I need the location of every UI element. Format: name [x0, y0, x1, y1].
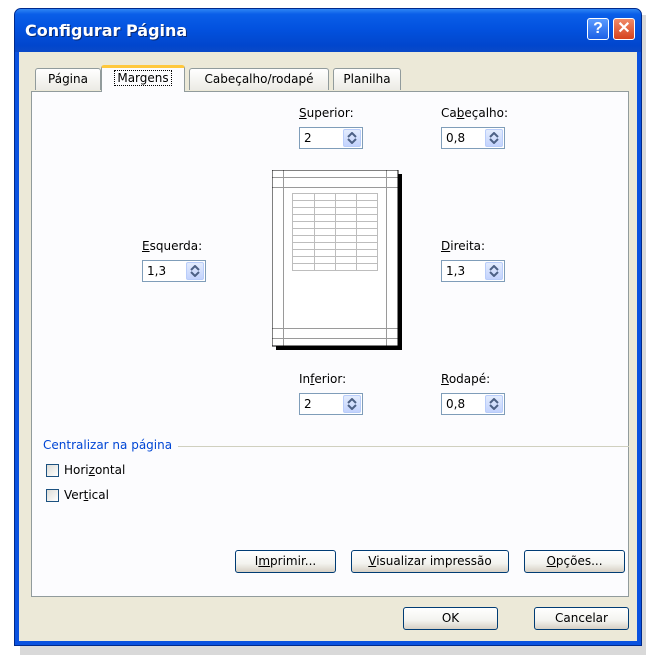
- print-preview-button[interactable]: Visualizar impressão: [351, 550, 509, 573]
- page-setup-dialog: Configurar Página ? ✕ Página Margens Cab…: [14, 8, 642, 646]
- tab-label: Cabeçalho/rodapé: [204, 72, 314, 86]
- tab-margens[interactable]: Margens: [101, 65, 185, 92]
- spin-arrows-icon[interactable]: [343, 395, 361, 413]
- vertical-label: Vertical: [64, 488, 109, 502]
- footer-margin-value: 0,8: [446, 397, 466, 411]
- spin-arrows-icon[interactable]: [485, 129, 503, 147]
- spin-arrows-icon[interactable]: [186, 262, 204, 280]
- dialog-body: Página Margens Cabeçalho/rodapé Planilha…: [19, 52, 637, 641]
- center-on-page-title: Centralizar na página: [43, 438, 179, 452]
- tab-label: Margens: [114, 70, 172, 86]
- footer-margin-spinner[interactable]: 0,8: [441, 393, 505, 415]
- margins-panel: Superior: 2 Cabeçalho: 0,8 Esquerda: 1,3…: [31, 91, 629, 597]
- help-button[interactable]: ?: [587, 18, 609, 40]
- header-margin-label: Cabeçalho:: [441, 106, 509, 120]
- tab-planilha[interactable]: Planilha: [333, 68, 401, 90]
- top-margin-spinner[interactable]: 2: [299, 127, 363, 149]
- ok-button[interactable]: OK: [403, 607, 498, 630]
- spin-arrows-icon[interactable]: [485, 262, 503, 280]
- header-margin-spinner[interactable]: 0,8: [441, 127, 505, 149]
- checkbox-box[interactable]: [46, 464, 59, 477]
- left-margin-label: Esquerda:: [142, 239, 203, 253]
- print-button[interactable]: Imprimir...: [235, 550, 336, 573]
- left-margin-value: 1,3: [147, 264, 167, 278]
- tab-label: Página: [48, 72, 88, 86]
- page-preview-icon: [272, 170, 402, 350]
- help-icon: ?: [593, 20, 603, 37]
- right-margin-value: 1,3: [446, 264, 466, 278]
- dialog-title: Configurar Página: [25, 21, 188, 40]
- top-margin-value: 2: [304, 131, 312, 145]
- options-button[interactable]: Opções...: [524, 550, 625, 573]
- top-margin-label: Superior:: [299, 106, 354, 120]
- bottom-margin-spinner[interactable]: 2: [299, 393, 363, 415]
- title-bar[interactable]: Configurar Página ? ✕: [15, 9, 641, 52]
- cancel-button[interactable]: Cancelar: [534, 607, 629, 630]
- left-margin-spinner[interactable]: 1,3: [142, 260, 206, 282]
- spin-arrows-icon[interactable]: [485, 395, 503, 413]
- close-button[interactable]: ✕: [613, 18, 635, 40]
- checkbox-box[interactable]: [46, 489, 59, 502]
- tab-label: Planilha: [343, 72, 391, 86]
- horizontal-label: Horizontal: [64, 463, 126, 477]
- bottom-margin-label: Inferior:: [299, 372, 347, 386]
- footer-margin-label: Rodapé:: [441, 372, 491, 386]
- header-margin-value: 0,8: [446, 131, 466, 145]
- right-margin-spinner[interactable]: 1,3: [441, 260, 505, 282]
- close-icon: ✕: [617, 20, 631, 37]
- tab-cabecalho-rodape[interactable]: Cabeçalho/rodapé: [189, 68, 329, 90]
- bottom-margin-value: 2: [304, 397, 312, 411]
- tab-pagina[interactable]: Página: [35, 68, 101, 90]
- spin-arrows-icon[interactable]: [343, 129, 361, 147]
- right-margin-label: Direita:: [441, 239, 486, 253]
